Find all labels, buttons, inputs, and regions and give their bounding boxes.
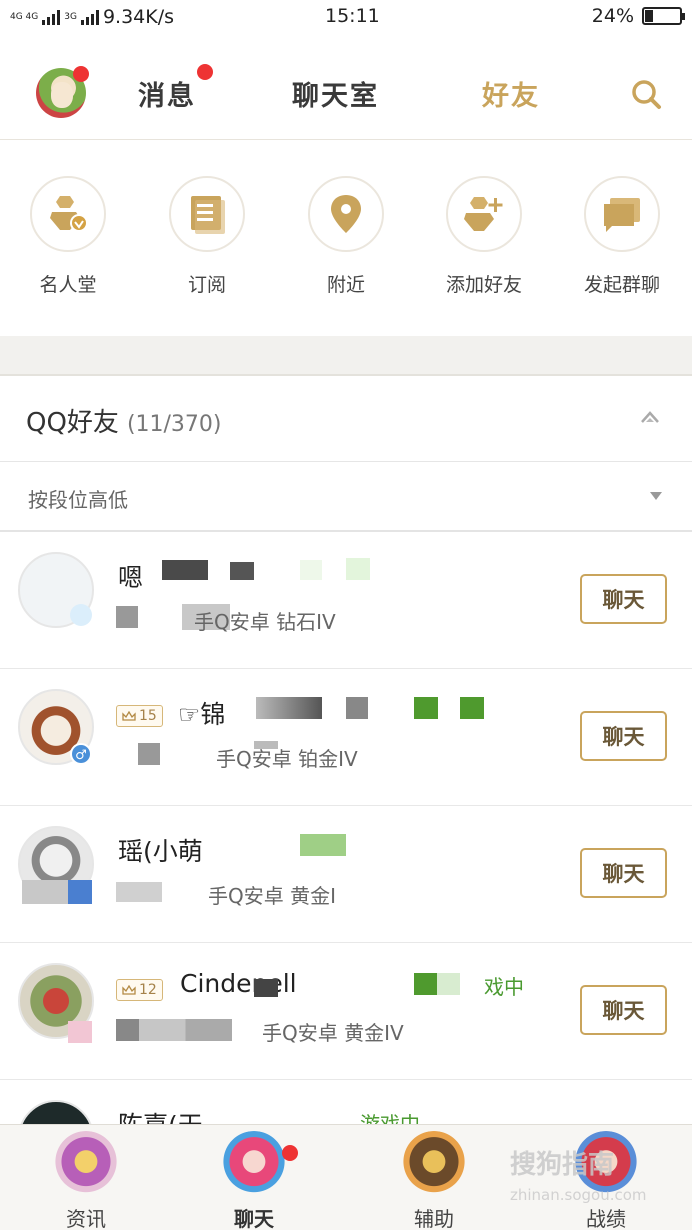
assist-icon [400,1131,468,1199]
quick-action-group-chat[interactable]: 发起群聊 [562,176,682,297]
battery-percent: 24% [591,5,634,27]
collapse-icon[interactable] [640,408,660,424]
redacted-block [254,979,278,997]
friend-name: 嗯 [118,563,144,592]
friend-row[interactable]: 嗯 手Q安卓 钻石IV 聊天 [0,532,692,669]
redacted-block [346,558,370,580]
level-value: 15 [139,708,157,724]
friend-game-status: 戏中 [484,975,524,999]
quick-action-nearby[interactable]: 附近 [286,176,406,297]
subscription-list-icon [191,196,225,234]
redacted-block [414,697,438,719]
quick-action-label: 名人堂 [39,274,97,296]
watermark-url: zhinan.sogou.com [510,1186,647,1204]
crown-icon [122,985,136,995]
search-icon[interactable] [630,78,662,110]
level-badge: 12 [116,979,163,1001]
friends-group-title: QQ好友 [26,408,119,438]
bottom-tab-label: 资讯 [66,1207,106,1230]
friend-device-rank: 手Q安卓 黄金IV [262,1021,404,1045]
gender-icon [70,604,92,626]
friend-name: ☞锦 [178,700,226,729]
quick-action-hall-of-fame[interactable]: 名人堂 [8,176,128,297]
quick-action-label: 发起群聊 [583,274,660,296]
tab-messages[interactable]: 消息 [138,74,196,113]
messages-notification-dot [197,64,213,80]
quick-action-add-friend[interactable]: 添加好友 [424,176,544,297]
hall-of-fame-icon [50,196,88,232]
network-type-label-2: 3G [64,11,77,22]
friends-group-header[interactable]: QQ好友 (11/370) [0,376,692,462]
redacted-block [138,743,160,765]
chat-notification-dot [282,1145,298,1161]
chat-button[interactable]: 聊天 [580,985,667,1035]
quick-action-label: 订阅 [187,274,226,296]
sort-dropdown[interactable]: 按段位高低 [0,462,692,532]
signal-bars-icon [42,9,61,25]
quick-action-label: 附近 [326,274,365,296]
friend-device-rank: 手Q安卓 铂金IV [216,747,358,771]
chat-button[interactable]: 聊天 [580,711,667,761]
redacted-block [22,880,68,904]
quick-action-label: 添加好友 [445,274,522,296]
redacted-block [116,1019,232,1041]
friend-row[interactable]: ♂ 15 ☞锦 手Q安卓 铂金IV 聊天 [0,669,692,806]
redacted-block [300,834,346,856]
sort-label: 按段位高低 [28,488,128,512]
level-badge: 15 [116,705,163,727]
status-bar: 4G 4G 3G 9.34K/s 15:11 24% [0,0,692,34]
chat-character-icon [220,1131,288,1199]
redacted-block [300,560,322,580]
friend-device-rank: 手Q安卓 黄金I [208,884,336,908]
avatar-notification-dot [73,66,89,82]
friend-device-rank: 手Q安卓 钻石IV [194,610,336,634]
battery-icon [642,7,685,25]
bottom-tab-news[interactable]: 资讯 [26,1131,146,1230]
redacted-block [230,562,254,580]
bottom-tab-label: 战绩 [586,1207,626,1230]
signal-bars-icon-2 [80,9,99,25]
redacted-block [256,697,322,719]
chat-button[interactable]: 聊天 [580,848,667,898]
chat-button[interactable]: 聊天 [580,574,667,624]
friend-row[interactable]: 瑶(小萌 手Q安卓 黄金I 聊天 [0,806,692,943]
quick-action-subscription[interactable]: 订阅 [147,176,267,297]
friends-group-title-wrap: QQ好友 (11/370) [26,402,222,439]
redacted-block [68,880,92,904]
friend-name: 瑶(小萌 [118,837,203,866]
section-separator [0,336,692,376]
network-indicators: 4G 4G 3G 9.34K/s [10,6,174,28]
watermark-brand: 搜狗指南 [510,1150,615,1180]
redacted-block [414,973,460,995]
redacted-block [116,882,162,902]
bottom-tab-assist[interactable]: 辅助 [374,1131,494,1230]
location-pin-icon [331,195,361,233]
news-icon [52,1131,120,1199]
bottom-tab-chat[interactable]: 聊天 [194,1131,314,1230]
redacted-block [68,1021,92,1043]
redacted-block [116,606,138,628]
bottom-tab-label: 辅助 [414,1207,454,1230]
level-value: 12 [139,982,157,998]
network-type-label: 4G 4G [10,11,39,22]
redacted-block [346,697,368,719]
redacted-block [460,697,484,719]
friends-online-count: (11/370) [126,412,222,437]
add-friend-icon [464,197,503,231]
bottom-tab-label: 聊天 [234,1207,274,1230]
network-speed: 9.34K/s [102,6,175,28]
chevron-down-icon [650,492,662,500]
top-navigation: 消息 聊天室 好友 [0,34,692,140]
tab-chatroom[interactable]: 聊天室 [292,74,379,113]
tab-friends[interactable]: 好友 [482,74,540,113]
friend-row[interactable]: 12 Cindenell 戏中 手Q安卓 黄金IV 聊天 [0,943,692,1080]
redacted-block [162,560,208,580]
clock: 15:11 [325,5,380,27]
group-chat-icon [604,198,640,232]
friend-name: Cindenell [180,969,297,998]
quick-actions: 名人堂 订阅 附近 添加好友 发起群聊 [0,140,692,336]
crown-icon [122,711,136,721]
male-gender-icon: ♂ [70,743,92,765]
